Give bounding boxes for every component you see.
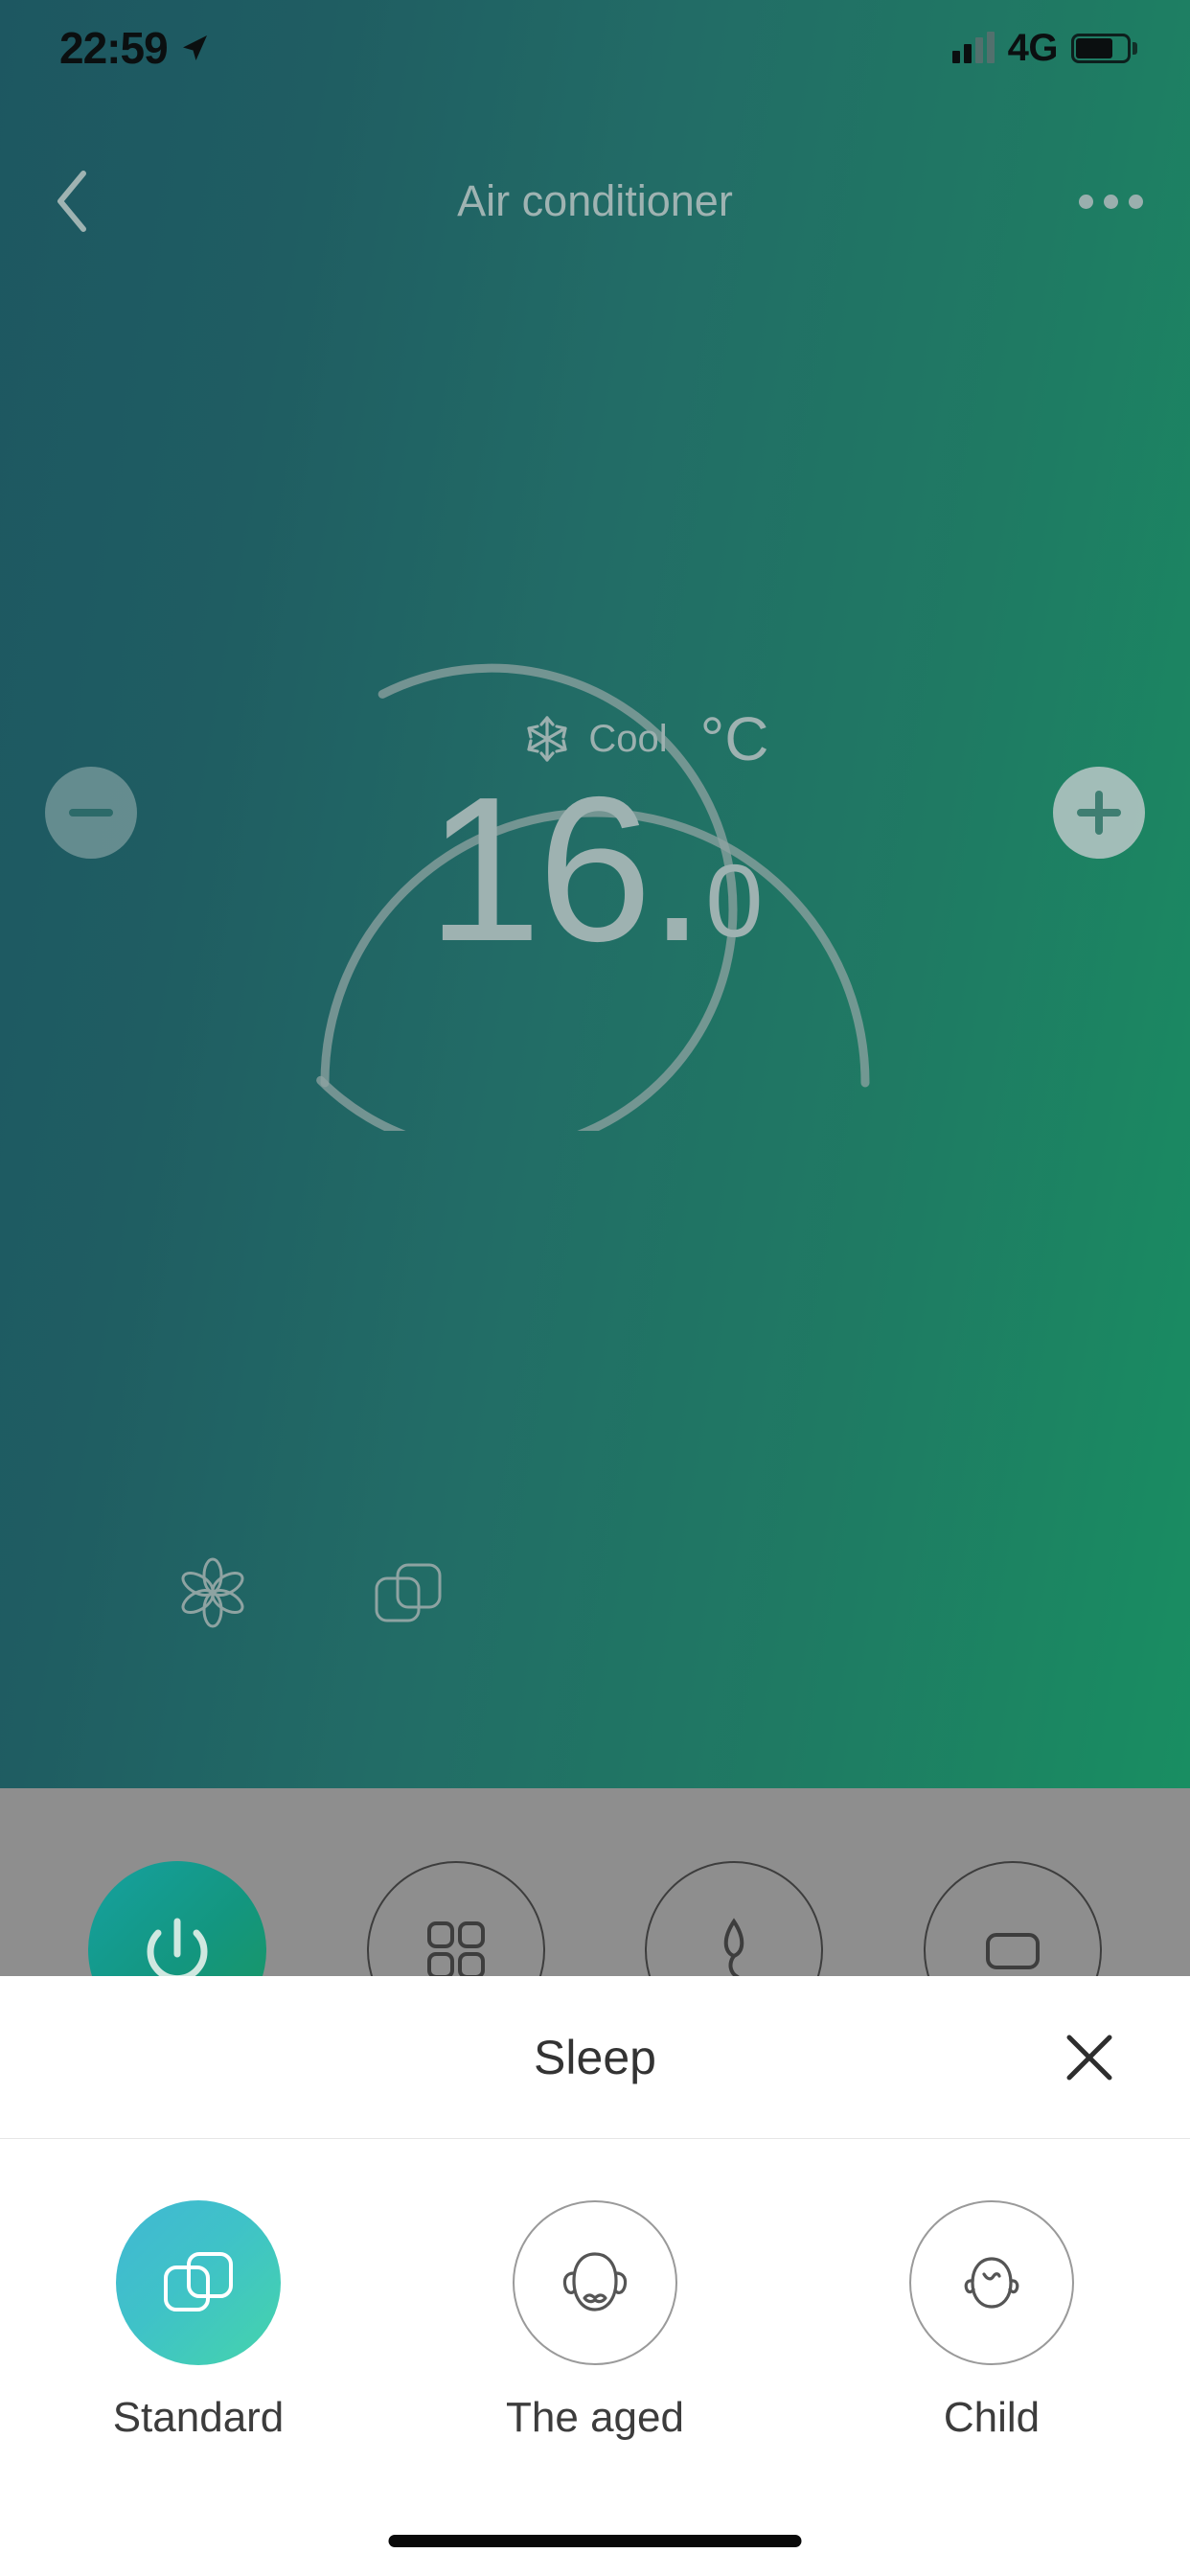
plus-icon-vertical — [1095, 791, 1103, 835]
increase-temperature-button[interactable] — [1053, 767, 1145, 859]
status-bar-left: 22:59 — [59, 22, 210, 74]
battery-icon — [1071, 33, 1137, 63]
thermostat-dial[interactable]: Cool 16 . 0 °C — [0, 537, 1190, 1131]
temperature-display: 16 . 0 °C — [0, 704, 1190, 984]
temperature-integer: 16 — [426, 753, 652, 984]
navigation-bar: Air conditioner — [0, 149, 1190, 254]
sheet-header: Sleep — [0, 1976, 1190, 2139]
more-options-button[interactable] — [1058, 149, 1163, 254]
sleep-option-standard-label: Standard — [112, 2394, 285, 2441]
chevron-left-icon — [57, 171, 86, 232]
close-icon — [1066, 2035, 1112, 2080]
fan-speed-icon — [181, 1557, 244, 1628]
back-button[interactable] — [19, 149, 125, 254]
temperature-decimal: 0 — [705, 842, 764, 959]
sleep-bottom-sheet: Sleep Standard The aged Child — [0, 1976, 1190, 2576]
status-time: 22:59 — [59, 23, 169, 73]
sleep-option-standard-icon-wrap[interactable] — [116, 2200, 281, 2365]
sleep-option-child-label: Child — [943, 2394, 1041, 2441]
sleep-option-the-aged-label: The aged — [506, 2394, 684, 2441]
more-dot — [1128, 194, 1143, 209]
sleep-option-standard[interactable]: Standard — [0, 2200, 397, 2442]
status-bar: 22:59 4G — [0, 0, 1190, 96]
home-indicator[interactable] — [388, 2535, 802, 2547]
close-button[interactable] — [1054, 2022, 1125, 2093]
temperature-separator: . — [648, 753, 706, 984]
sleep-option-child[interactable]: Child — [793, 2200, 1190, 2442]
minus-icon — [69, 809, 113, 816]
sleep-option-the-aged[interactable]: The aged — [397, 2200, 793, 2442]
child-face-icon — [964, 2257, 1019, 2309]
sleep-mode-button[interactable] — [356, 1541, 460, 1644]
sleep-mode-icon — [375, 1563, 442, 1622]
temperature-unit: °C — [699, 704, 769, 773]
signal-bars-icon — [951, 32, 995, 63]
sleep-option-the-aged-icon-wrap[interactable] — [513, 2200, 677, 2365]
phone-screen: 22:59 4G Air conditioner Cool 16 . 0 °C … — [0, 0, 1190, 2576]
page-title: Air conditioner — [457, 176, 733, 225]
network-type: 4G — [1007, 26, 1059, 69]
decrease-temperature-button[interactable] — [45, 767, 137, 859]
fan-speed-button[interactable] — [161, 1541, 264, 1644]
more-dot — [1103, 194, 1118, 209]
elderly-face-icon — [562, 2252, 628, 2312]
status-bar-right: 4G — [951, 26, 1137, 70]
location-arrow-icon — [182, 35, 207, 60]
sheet-title: Sleep — [534, 2030, 656, 2084]
dimmed-control-panel — [0, 1788, 1190, 2039]
feature-icon-row — [0, 1541, 1190, 1644]
more-dot — [1078, 194, 1093, 209]
sleep-option-list: Standard The aged Child — [0, 2139, 1190, 2442]
sleep-option-child-icon-wrap[interactable] — [909, 2200, 1074, 2365]
layers-icon — [164, 2252, 233, 2312]
